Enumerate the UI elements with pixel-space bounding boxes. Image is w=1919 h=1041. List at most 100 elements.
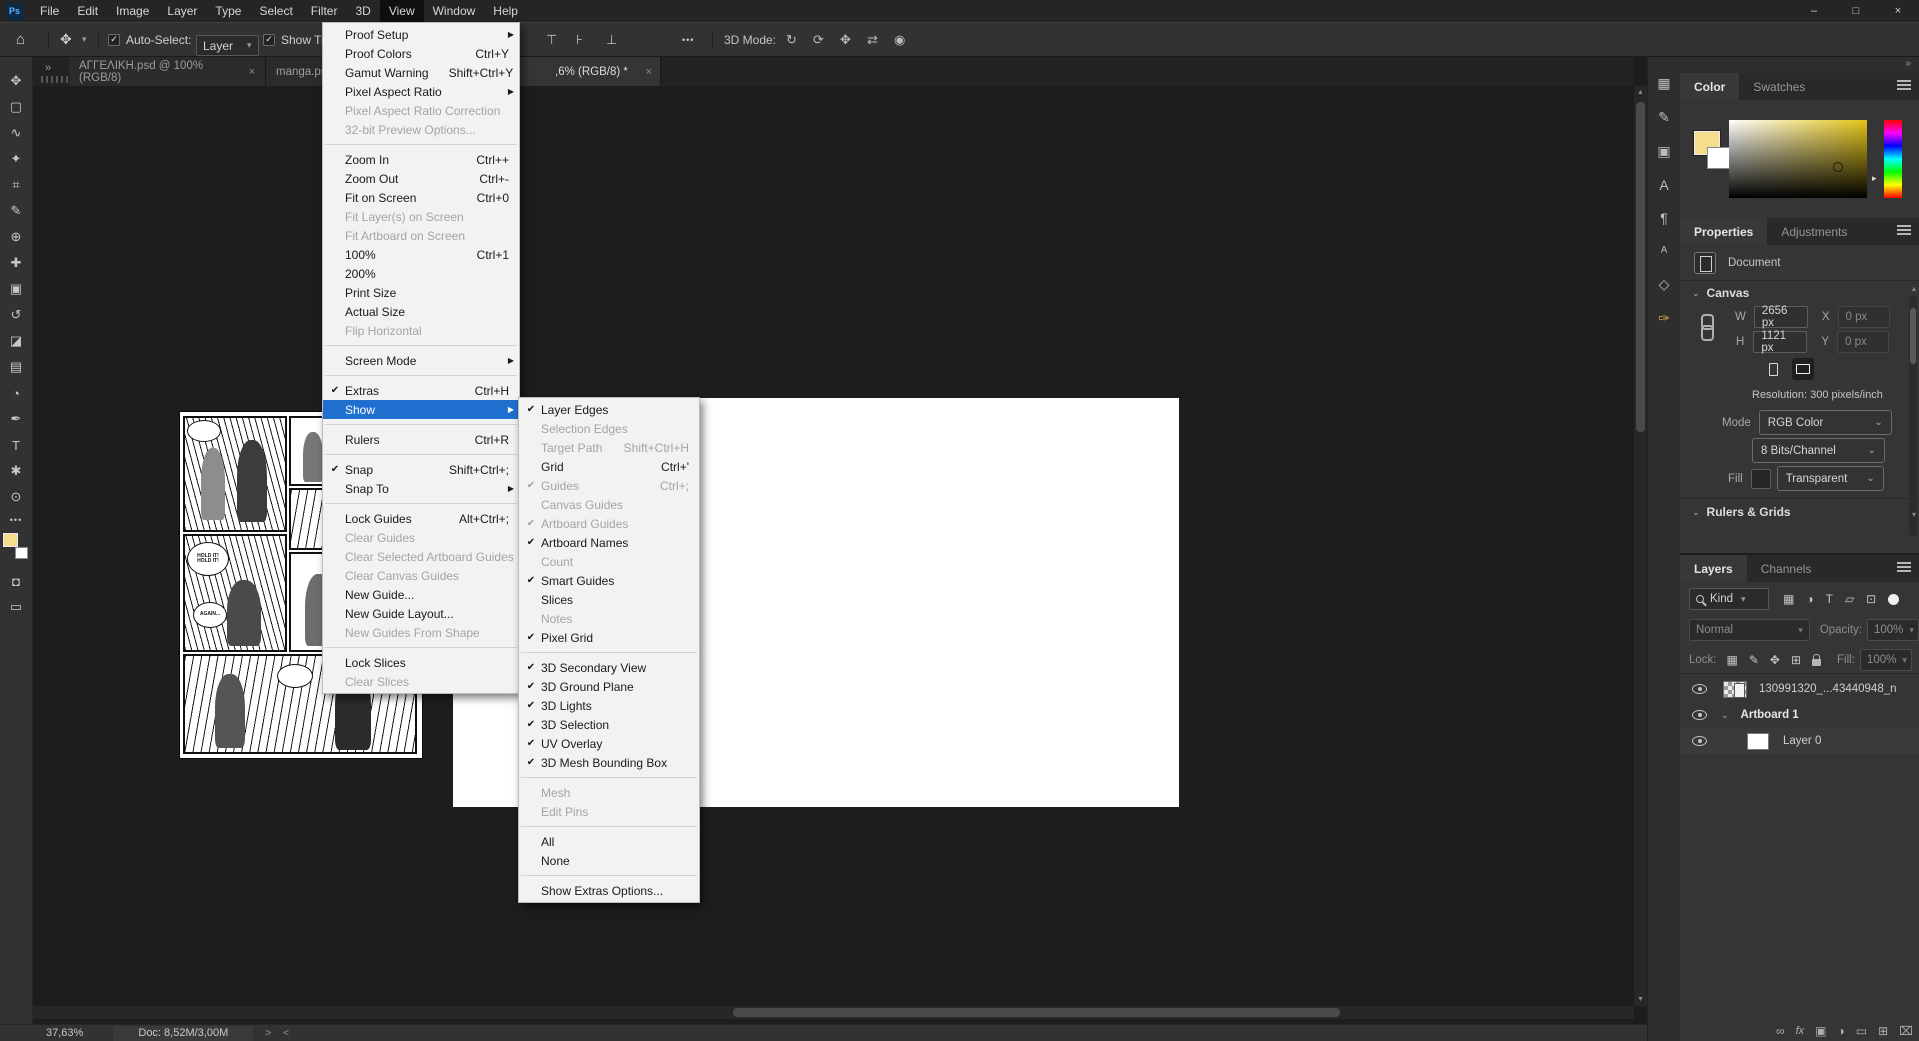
healing-brush-tool-icon[interactable]: ⊕: [4, 225, 28, 249]
menubar-item-edit[interactable]: Edit: [68, 0, 107, 22]
move-tool-icon[interactable]: ✥: [4, 69, 28, 93]
add-layer-mask-icon[interactable]: ▣: [1815, 1024, 1826, 1038]
horizontal-scrollbar-thumb[interactable]: [733, 1008, 1340, 1017]
kind-filter-select[interactable]: Kind ▾: [1689, 588, 1769, 610]
layer-effects-icon[interactable]: fx: [1796, 1025, 1805, 1037]
menu-item-rulers[interactable]: Rulers Ctrl+R: [323, 430, 519, 449]
bit-depth-select[interactable]: 8 Bits/Channel ⌄: [1752, 438, 1885, 463]
vertical-scrollbar[interactable]: ▲ ▼: [1634, 86, 1647, 1006]
hue-slider[interactable]: [1884, 120, 1902, 198]
canvas-section-header[interactable]: ⌄ Canvas: [1680, 286, 1919, 300]
menu-item-all[interactable]: All: [519, 832, 699, 851]
3d-camera-icon[interactable]: ◉: [894, 23, 905, 56]
opacity-field[interactable]: 100% ▾: [1867, 619, 1919, 641]
saturation-brightness-field[interactable]: [1729, 120, 1867, 198]
menu-item-32-bit-preview-options[interactable]: 32-bit Preview Options...: [323, 120, 519, 139]
new-group-icon[interactable]: ▭: [1856, 1024, 1867, 1038]
menu-item-3d-ground-plane[interactable]: ✔ 3D Ground Plane: [519, 677, 699, 696]
menu-item-zoom-in[interactable]: Zoom In Ctrl++: [323, 150, 519, 169]
3d-roll-icon[interactable]: ⟳: [813, 23, 824, 56]
new-layer-icon[interactable]: ⊞: [1878, 1024, 1888, 1038]
menu-item-3d-secondary-view[interactable]: ✔ 3D Secondary View: [519, 658, 699, 677]
menu-item-print-size[interactable]: Print Size: [323, 283, 519, 302]
zoom-level-field[interactable]: 37,63%: [46, 1027, 83, 1039]
landscape-orientation-button[interactable]: [1792, 358, 1814, 380]
tab-color[interactable]: Color: [1680, 73, 1740, 100]
menubar-item-image[interactable]: Image: [107, 0, 158, 22]
lock-transparent-pixels-icon[interactable]: ▦: [1727, 653, 1738, 667]
layer-thumbnail[interactable]: [1723, 680, 1747, 698]
visibility-eye-icon[interactable]: [1692, 684, 1707, 694]
hue-slider-arrow-icon[interactable]: ▸: [1872, 173, 1877, 184]
collapse-panels-chevron[interactable]: »: [1680, 57, 1919, 73]
auto-select-checkbox[interactable]: ✓: [108, 23, 120, 56]
visibility-eye-icon[interactable]: [1692, 710, 1707, 720]
custom-panel-icon[interactable]: ✑: [1652, 310, 1676, 327]
menu-item-guides[interactable]: ✔ Guides Ctrl+;: [519, 476, 699, 495]
filter-toggle[interactable]: [1888, 593, 1900, 605]
menu-item-artboard-names[interactable]: ✔ Artboard Names: [519, 533, 699, 552]
menu-item-edit-pins[interactable]: Edit Pins: [519, 802, 699, 821]
color-swatches-widget[interactable]: [3, 533, 29, 559]
tab-layers[interactable]: Layers: [1680, 555, 1747, 582]
menu-item-3d-mesh-bounding-box[interactable]: ✔ 3D Mesh Bounding Box: [519, 753, 699, 772]
menu-item-artboard-guides[interactable]: ✔ Artboard Guides: [519, 514, 699, 533]
brush-tool-icon[interactable]: ✚: [4, 251, 28, 275]
menubar-item-file[interactable]: File: [31, 0, 68, 22]
panel-menu-icon[interactable]: [1897, 562, 1911, 572]
more-options-button[interactable]: •••: [682, 23, 694, 56]
screen-mode-button[interactable]: ▭: [4, 595, 28, 619]
fill-field[interactable]: 100% ▾: [1859, 649, 1912, 671]
canvas-area[interactable]: HOLD IT! HOLD IT! AGAIN...: [33, 86, 1634, 1006]
portrait-orientation-button[interactable]: [1762, 358, 1784, 380]
menubar-item-layer[interactable]: Layer: [158, 0, 206, 22]
close-button[interactable]: ×: [1877, 0, 1919, 22]
3d-panel-icon[interactable]: ◇: [1652, 276, 1676, 293]
menu-item-new-guides-from-shape[interactable]: New Guides From Shape: [323, 623, 519, 642]
zoom-tool-icon[interactable]: ⊙: [4, 485, 28, 509]
y-field[interactable]: 0 px: [1836, 331, 1889, 353]
crop-tool-icon[interactable]: ⌗: [4, 173, 28, 197]
libraries-panel-icon[interactable]: ▦: [1652, 75, 1676, 92]
type-tool-icon[interactable]: T: [4, 433, 28, 457]
show-transform-checkbox[interactable]: ✓: [263, 23, 275, 56]
filter-smart-objects-icon[interactable]: ⊡: [1866, 592, 1876, 606]
3d-slide-icon[interactable]: ⇄: [867, 23, 878, 56]
menu-item-grid[interactable]: Grid Ctrl+': [519, 457, 699, 476]
close-icon[interactable]: ×: [249, 66, 255, 78]
checkbox-checked-icon[interactable]: ✓: [108, 33, 120, 46]
color-picker-ring[interactable]: [1833, 162, 1843, 172]
menu-item-snap-to[interactable]: Snap To ▶: [323, 479, 519, 498]
align-top-edges-icon[interactable]: ⊤: [546, 23, 557, 56]
scroll-down-icon[interactable]: ▾: [1912, 510, 1916, 519]
menubar-item-3d[interactable]: 3D: [346, 0, 379, 22]
align-vertical-centers-icon[interactable]: ⊦: [576, 23, 583, 56]
lock-artboard-icon[interactable]: ⊞: [1791, 653, 1801, 667]
menu-item-fit-layer-s-on-screen[interactable]: Fit Layer(s) on Screen: [323, 207, 519, 226]
status-back-chevron[interactable]: <: [283, 1028, 289, 1039]
align-bottom-edges-icon[interactable]: ⊥: [606, 23, 617, 56]
layer-thumbnail[interactable]: [1747, 732, 1769, 750]
horizontal-scrollbar[interactable]: [33, 1006, 1634, 1019]
menu-item-pixel-aspect-ratio[interactable]: Pixel Aspect Ratio ▶: [323, 82, 519, 101]
pen-tool-icon[interactable]: ✒: [4, 407, 28, 431]
menu-item-proof-setup[interactable]: Proof Setup ▶: [323, 25, 519, 44]
menu-item-100[interactable]: 100% Ctrl+1: [323, 245, 519, 264]
tab-swatches[interactable]: Swatches: [1739, 73, 1819, 100]
twirl-down-icon[interactable]: ⌄: [1721, 710, 1729, 721]
clone-stamp-tool-icon[interactable]: ▣: [4, 277, 28, 301]
menu-item-new-guide[interactable]: New Guide...: [323, 585, 519, 604]
brush-settings-panel-icon[interactable]: ✎: [1652, 109, 1676, 126]
foreground-color-swatch[interactable]: [3, 533, 18, 547]
3d-drag-icon[interactable]: ✥: [840, 23, 851, 56]
tab-properties[interactable]: Properties: [1680, 218, 1768, 245]
vertical-scrollbar-thumb[interactable]: [1636, 102, 1645, 432]
menu-item-zoom-out[interactable]: Zoom Out Ctrl+-: [323, 169, 519, 188]
menubar-item-filter[interactable]: Filter: [302, 0, 347, 22]
menu-item-smart-guides[interactable]: ✔ Smart Guides: [519, 571, 699, 590]
status-popup-chevron[interactable]: >: [265, 1028, 271, 1039]
eyedropper-tool-icon[interactable]: ✎: [4, 199, 28, 223]
menu-item-clear-guides[interactable]: Clear Guides: [323, 528, 519, 547]
filter-type-layers-icon[interactable]: T: [1826, 592, 1833, 606]
x-field[interactable]: 0 px: [1837, 306, 1890, 328]
